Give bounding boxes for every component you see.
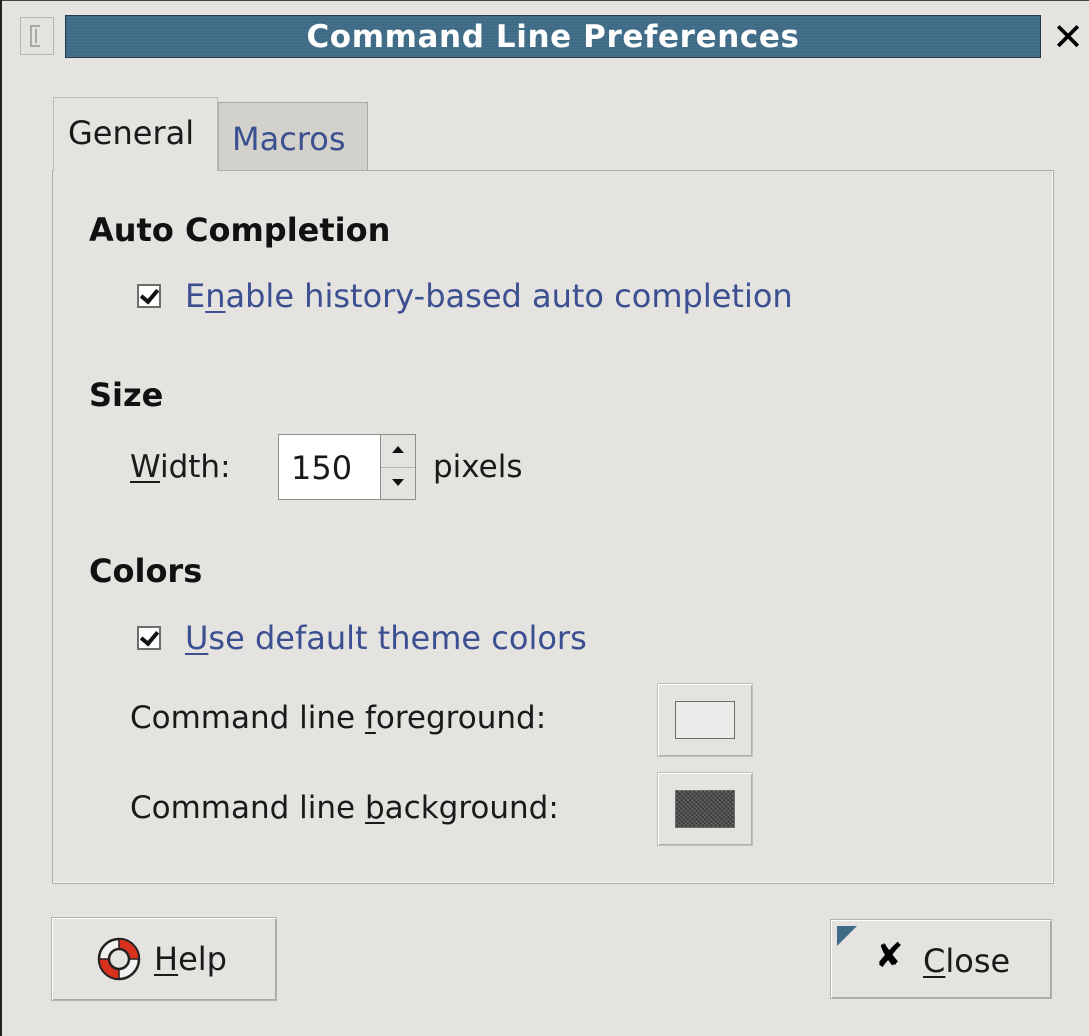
mnemonic: n: [205, 277, 226, 315]
history-auto-completion-label[interactable]: Enable history-based auto completion: [185, 277, 793, 315]
mnemonic: f: [364, 700, 376, 736]
history-auto-completion-checkbox[interactable]: [137, 284, 161, 308]
tab-macros-label: Macros: [232, 120, 346, 158]
window-menu-button[interactable]: [20, 17, 54, 55]
colors-heading: Colors: [89, 552, 203, 590]
label-part: Command line: [130, 790, 365, 826]
foreground-color-button[interactable]: [657, 683, 753, 757]
label-part: se default theme colors: [208, 619, 587, 657]
default-theme-colors-checkbox[interactable]: [137, 626, 161, 650]
spin-down-button[interactable]: [381, 467, 415, 499]
spin-up-button[interactable]: [381, 435, 415, 468]
label-part: elp: [178, 940, 227, 978]
lifebuoy-help-icon: [97, 937, 141, 981]
close-icon: ✕: [1052, 15, 1084, 59]
window-frame-left: [0, 0, 2, 1036]
label-part: oreground:: [375, 700, 547, 736]
size-heading: Size: [89, 376, 164, 414]
foreground-label: Command line foreground:: [130, 700, 546, 736]
help-button[interactable]: Help: [51, 917, 277, 1001]
label-part: Command line: [130, 700, 365, 736]
width-unit-label: pixels: [433, 449, 523, 485]
tab-macros[interactable]: Macros: [218, 102, 368, 170]
default-button-indicator: [837, 926, 857, 946]
mnemonic: U: [185, 619, 209, 657]
background-color-button[interactable]: [657, 772, 753, 846]
background-color-swatch: [675, 790, 735, 828]
default-theme-colors-label[interactable]: Use default theme colors: [185, 619, 587, 657]
foreground-color-swatch: [675, 701, 735, 739]
window-frame-top: [0, 0, 1089, 1]
close-button[interactable]: ✘ Close: [830, 919, 1052, 999]
mnemonic: H: [154, 940, 179, 978]
background-label: Command line background:: [130, 790, 559, 826]
label-part: lose: [945, 942, 1011, 980]
width-spin-input[interactable]: 150: [278, 434, 380, 500]
close-button-label: Close: [923, 942, 1010, 980]
label-part: E: [185, 277, 206, 315]
mnemonic: b: [364, 790, 385, 826]
mnemonic: W: [130, 449, 160, 485]
window-menu-icon: [30, 25, 40, 47]
width-label: Width:: [130, 449, 231, 485]
tab-general[interactable]: General: [53, 97, 218, 171]
close-x-icon: ✘: [875, 936, 904, 976]
title-bar[interactable]: Command Line Preferences: [65, 15, 1041, 58]
label-part: ackground:: [384, 790, 559, 826]
window-title: Command Line Preferences: [306, 18, 800, 55]
label-part: idth:: [159, 449, 231, 485]
tab-general-label: General: [68, 114, 195, 152]
help-button-label: Help: [154, 940, 227, 978]
mnemonic: C: [923, 942, 946, 980]
width-spin-buttons: [380, 434, 416, 500]
auto-completion-heading: Auto Completion: [89, 211, 391, 249]
label-part: able history-based auto completion: [225, 277, 793, 315]
window-close-button[interactable]: ✕: [1048, 14, 1088, 60]
